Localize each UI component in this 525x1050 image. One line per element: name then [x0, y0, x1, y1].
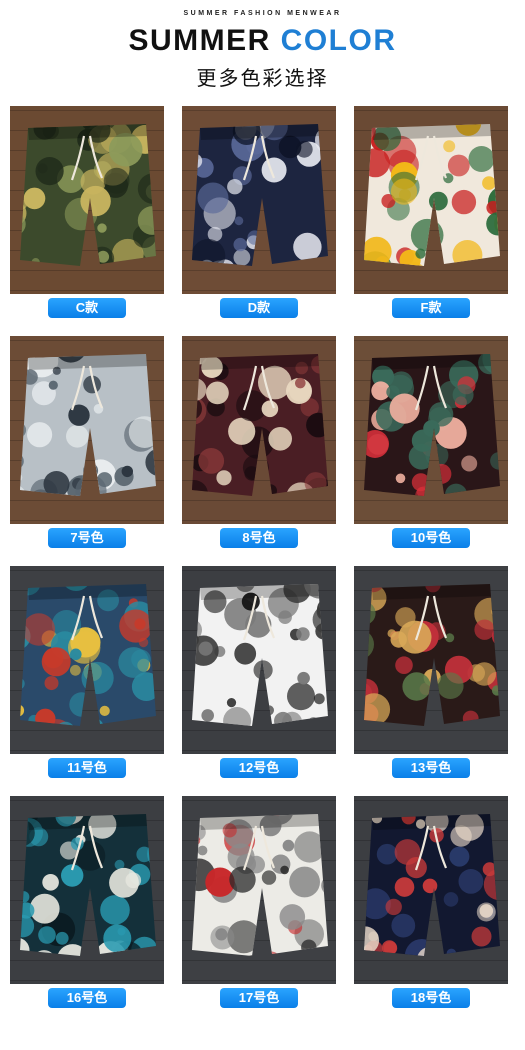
color-option-label[interactable]: 12号色: [220, 758, 298, 778]
product-photo[interactable]: [182, 106, 336, 294]
color-option-label[interactable]: 16号色: [48, 988, 126, 1008]
product-photo[interactable]: [182, 336, 336, 524]
color-option-label[interactable]: 8号色: [220, 528, 298, 548]
product-photo[interactable]: [354, 566, 508, 754]
product-grid: C款 D款 F款 7号色 8号色 10号色 11号色 12号色 13号色 16号色 17号色 18号色: [0, 0, 525, 1050]
product-photo[interactable]: [354, 796, 508, 984]
color-option-label[interactable]: 7号色: [48, 528, 126, 548]
color-option-label[interactable]: 17号色: [220, 988, 298, 1008]
product-photo[interactable]: [182, 796, 336, 984]
product-photo[interactable]: [182, 566, 336, 754]
color-option-label[interactable]: D款: [220, 298, 298, 318]
product-photo[interactable]: [10, 566, 164, 754]
color-option-label[interactable]: 11号色: [48, 758, 126, 778]
color-option-label[interactable]: C款: [48, 298, 126, 318]
product-photo[interactable]: [354, 106, 508, 294]
product-photo[interactable]: [354, 336, 508, 524]
product-photo[interactable]: [10, 106, 164, 294]
color-option-label[interactable]: F款: [392, 298, 470, 318]
color-option-label[interactable]: 10号色: [392, 528, 470, 548]
product-photo[interactable]: [10, 336, 164, 524]
product-photo[interactable]: [10, 796, 164, 984]
color-option-label[interactable]: 18号色: [392, 988, 470, 1008]
color-option-label[interactable]: 13号色: [392, 758, 470, 778]
